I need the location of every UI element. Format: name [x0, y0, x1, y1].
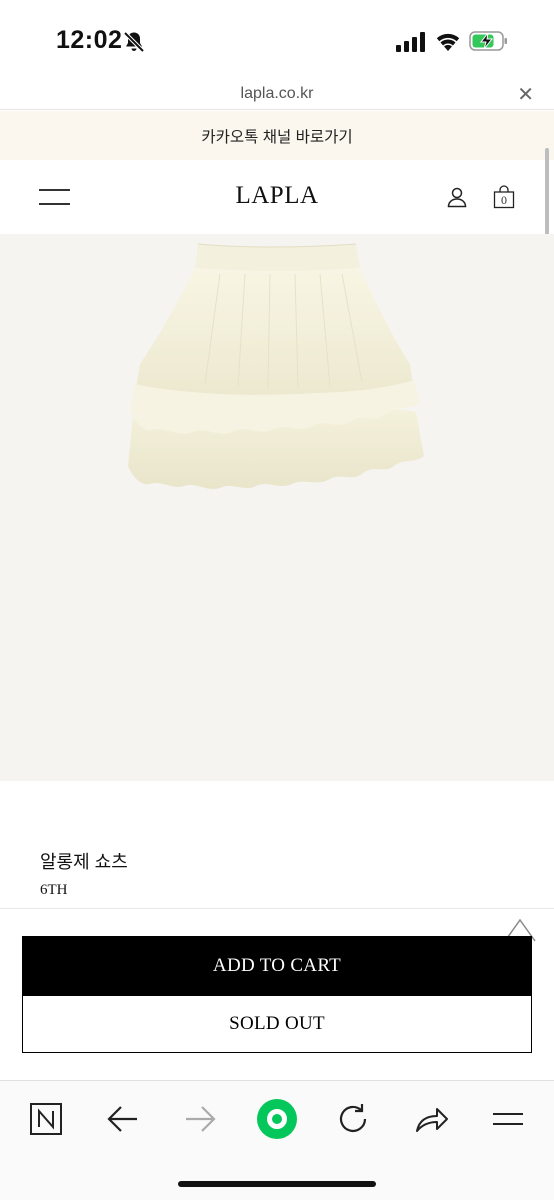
user-icon[interactable]: [446, 186, 468, 208]
site-header: LAPLA 0: [0, 160, 554, 234]
url-text[interactable]: lapla.co.kr: [0, 85, 554, 103]
close-icon[interactable]: ✕: [517, 82, 534, 107]
product-image[interactable]: [0, 234, 554, 781]
wifi-icon: [436, 33, 460, 51]
url-bar[interactable]: lapla.co.kr ✕: [0, 80, 554, 110]
bell-slash-icon: [123, 31, 145, 53]
site-logo[interactable]: LAPLA: [0, 182, 554, 210]
home-indicator[interactable]: [178, 1181, 376, 1187]
sold-out-button[interactable]: SOLD OUT: [22, 995, 532, 1053]
share-icon[interactable]: [411, 1101, 451, 1137]
kakao-channel-banner[interactable]: 카카오톡 채널 바로가기: [0, 111, 554, 160]
cellular-signal-icon: [396, 32, 425, 52]
menu-lines-icon[interactable]: [488, 1101, 528, 1137]
cart-count: 0: [501, 193, 507, 207]
product-name: 알롱제 쇼츠: [40, 852, 128, 872]
ruffled-skirt-image: [128, 243, 424, 489]
product-info: 알롱제 쇼츠 6TH: [0, 781, 554, 909]
shopping-bag-icon[interactable]: 0: [493, 185, 515, 209]
kakao-channel-link[interactable]: 카카오톡 채널 바로가기: [0, 125, 554, 147]
status-time: 12:02: [56, 26, 123, 54]
status-bar: 12:02: [0, 0, 554, 80]
product-collection: 6TH: [40, 882, 68, 898]
add-to-cart-button[interactable]: ADD TO CART: [22, 936, 532, 995]
forward-arrow-icon[interactable]: [180, 1101, 220, 1137]
battery-charging-icon: [469, 31, 507, 51]
reload-icon[interactable]: [334, 1101, 374, 1137]
green-circle-icon[interactable]: [256, 1098, 298, 1140]
back-arrow-icon[interactable]: [103, 1101, 143, 1137]
naver-n-icon[interactable]: [26, 1101, 66, 1137]
